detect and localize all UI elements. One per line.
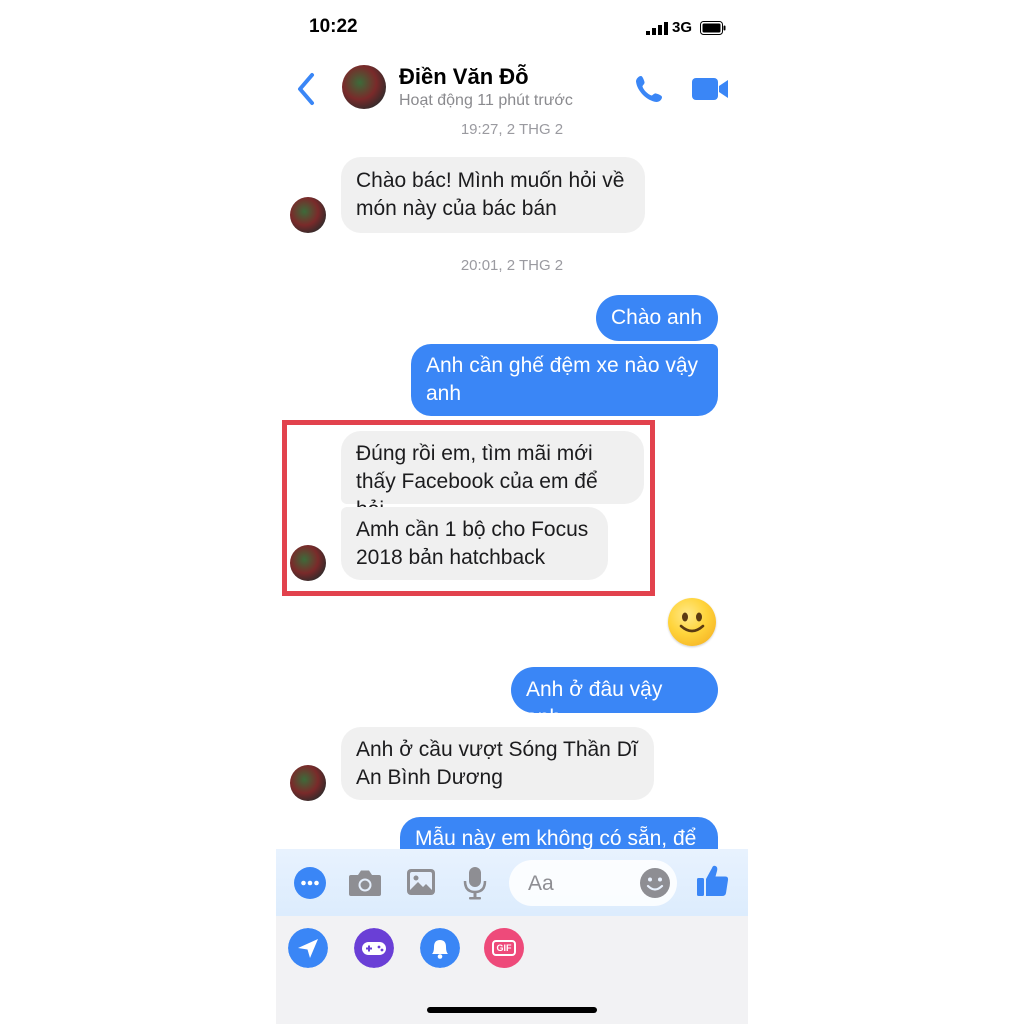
message-bubble-outgoing[interactable]: Chào anh xyxy=(596,295,718,341)
message-bubble-incoming[interactable]: Chào bác! Mình muốn hỏi về món này của b… xyxy=(341,157,645,233)
video-camera-icon[interactable] xyxy=(692,76,730,102)
game-controller-icon[interactable] xyxy=(354,928,394,968)
send-icon[interactable] xyxy=(288,928,328,968)
bell-icon[interactable] xyxy=(420,928,460,968)
message-bubble-incoming[interactable]: Anh ở cầu vượt Sóng Thần Dĩ An Bình Dươn… xyxy=(341,727,654,800)
home-indicator[interactable] xyxy=(427,1007,597,1013)
message-bubble-incoming[interactable]: Amh cần 1 bộ cho Focus 2018 bản hatchbac… xyxy=(341,507,608,580)
contact-name[interactable]: Điền Văn Đỗ xyxy=(399,64,529,90)
gallery-icon[interactable] xyxy=(406,868,436,896)
emoji-icon[interactable] xyxy=(639,867,671,899)
messenger-screen: 10:22 3G Điền Văn Đỗ Hoạt động 11 phút t… xyxy=(276,0,748,1024)
message-line: Anh ở cầu vượt Sóng Thần Dĩ xyxy=(356,738,638,761)
battery-icon xyxy=(700,21,726,35)
message-line: Đúng rồi em, tìm mãi mới xyxy=(356,442,593,465)
gif-label: GIF xyxy=(492,940,516,956)
message-line: Anh cần ghế đệm xe nào vậy xyxy=(426,354,699,377)
timestamp: 20:01, 2 THG 2 xyxy=(460,257,564,274)
message-bubble-incoming[interactable]: Đúng rồi em, tìm mãi mới thấy Facebook c… xyxy=(341,431,644,521)
message-line: Chào anh xyxy=(611,306,703,329)
contact-avatar-small xyxy=(290,197,326,233)
message-line: An Bình Dương xyxy=(356,766,503,789)
message-line: món này của bác bán xyxy=(356,197,557,220)
contact-avatar-small xyxy=(290,545,326,581)
gif-icon[interactable]: GIF xyxy=(484,928,524,968)
message-line: Amh cần 1 bộ cho Focus xyxy=(356,518,589,541)
signal-icon xyxy=(646,22,668,35)
phone-icon[interactable] xyxy=(634,74,664,104)
contact-avatar[interactable] xyxy=(342,65,386,109)
message-line: 2018 bản hatchback xyxy=(356,546,546,569)
mic-icon[interactable] xyxy=(463,866,487,900)
smiley-emoji-icon[interactable] xyxy=(668,598,716,646)
camera-icon[interactable] xyxy=(348,869,382,897)
thumbs-up-icon[interactable] xyxy=(696,864,730,898)
message-line: Anh ở đâu vậy anh xyxy=(526,678,663,729)
message-line: anh xyxy=(426,382,462,405)
message-bubble-outgoing[interactable]: Anh ở đâu vậy anh xyxy=(511,667,718,729)
back-chevron-icon[interactable] xyxy=(296,72,316,106)
message-line: Chào bác! Mình muốn hỏi về xyxy=(356,169,625,192)
status-time: 10:22 xyxy=(309,16,358,37)
more-icon[interactable] xyxy=(294,867,326,899)
message-input-placeholder: Aa xyxy=(528,872,554,895)
network-type: 3G xyxy=(672,19,693,36)
timestamp: 19:27, 2 THG 2 xyxy=(460,121,564,138)
contact-status: Hoạt động 11 phút trước xyxy=(399,92,573,109)
message-bubble-outgoing[interactable]: Anh cần ghế đệm xe nào vậy anh xyxy=(411,344,718,416)
contact-avatar-small xyxy=(290,765,326,801)
